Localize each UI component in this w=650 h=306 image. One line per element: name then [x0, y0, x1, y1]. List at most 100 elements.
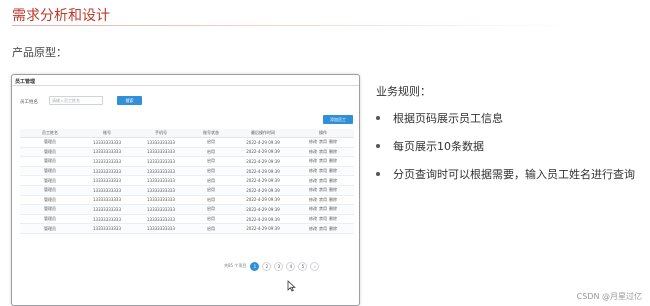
table-cell: 管理员	[20, 166, 80, 177]
slide-title: 需求分析和设计	[12, 8, 110, 24]
table-cell: 管理员	[20, 195, 80, 206]
table-cell: 管理员	[20, 156, 80, 167]
delete-link[interactable]: 删除	[329, 158, 337, 163]
disable-link[interactable]: 禁用	[319, 226, 327, 231]
table-cell: 2022-4-29 09:39	[234, 156, 292, 167]
table-cell: 13333333333	[80, 214, 134, 225]
edit-link[interactable]: 修改	[309, 158, 317, 163]
table-cell: 2022-4-29 09:39	[234, 204, 292, 215]
delete-link[interactable]: 删除	[329, 178, 337, 183]
disable-link[interactable]: 禁用	[319, 149, 327, 154]
delete-link[interactable]: 删除	[329, 206, 337, 211]
edit-link[interactable]: 修改	[309, 216, 317, 221]
delete-link[interactable]: 删除	[329, 139, 337, 144]
search-label: 员工姓名	[20, 100, 38, 105]
rule-item: 分页查询时可以根据需要，输入员工姓名进行查询	[376, 166, 635, 182]
table-row: 管理员 13333333333 13333333333 启用 2022-4-29 09:…	[20, 204, 354, 215]
edit-link[interactable]: 修改	[309, 149, 317, 154]
table-cell: 13333333333	[134, 204, 188, 215]
delete-link[interactable]: 删除	[329, 168, 337, 173]
row-actions: 修改 禁用 删除	[292, 147, 354, 158]
rules-title: 业务规则：	[376, 85, 431, 98]
table-row: 管理员 13333333333 13333333333 启用 2022-4-29 09:…	[20, 137, 354, 148]
table-cell: 启用	[188, 156, 234, 167]
delete-link[interactable]: 删除	[329, 187, 337, 192]
search-input[interactable]: 请输入员工姓名	[49, 96, 103, 105]
edit-link[interactable]: 修改	[309, 197, 317, 202]
edit-link[interactable]: 修改	[309, 139, 317, 144]
edit-link[interactable]: 修改	[309, 187, 317, 192]
row-actions: 修改 禁用 删除	[292, 204, 354, 215]
table-cell: 启用	[188, 204, 234, 215]
add-employee-button[interactable]: 添加员工	[323, 115, 353, 124]
table-cell: 13333333333	[80, 223, 134, 234]
bullet-icon	[376, 172, 380, 176]
table-cell: 管理员	[20, 204, 80, 215]
column-header: 账号状态	[188, 129, 234, 138]
table-cell: 启用	[188, 175, 234, 186]
table-cell: 2022-4-29 09:39	[234, 214, 292, 225]
delete-link[interactable]: 删除	[329, 226, 337, 231]
table-cell: 启用	[188, 214, 234, 225]
page-button-1[interactable]: 1	[250, 261, 260, 271]
row-actions: 修改 禁用 删除	[292, 175, 354, 186]
row-actions: 修改 禁用 删除	[292, 166, 354, 177]
column-header: 操作	[292, 129, 354, 138]
table-cell: 2022-4-29 09:39	[234, 195, 292, 206]
column-header: 最后操作时间	[234, 129, 292, 138]
table-cell: 启用	[188, 223, 234, 234]
table-row: 管理员 13333333333 13333333333 启用 2022-4-29 09:…	[20, 223, 354, 234]
disable-link[interactable]: 禁用	[319, 187, 327, 192]
watermark: CSDN @月星过亿	[576, 292, 642, 301]
slide-subtitle: 产品原型：	[12, 46, 67, 59]
row-actions: 修改 禁用 删除	[292, 214, 354, 225]
header-divider	[12, 85, 359, 86]
disable-link[interactable]: 禁用	[319, 139, 327, 144]
pagination-total: 共85 个项目	[224, 263, 247, 268]
table-cell: 2022-4-29 09:39	[234, 175, 292, 186]
table-row: 管理员 13333333333 13333333333 启用 2022-4-29 09:…	[20, 147, 354, 158]
column-header: 员工姓名	[20, 129, 80, 138]
search-button[interactable]: 搜索	[117, 96, 142, 105]
table-cell: 管理员	[20, 137, 80, 148]
page-button-2[interactable]: 2	[262, 261, 272, 271]
table-cell: 13333333333	[134, 156, 188, 167]
table-cell: 13333333333	[134, 214, 188, 225]
prototype-screenshot: 员工管理 员工姓名 请输入员工姓名 搜索 添加员工 员工姓名 账号 手机号 账号…	[11, 74, 360, 306]
page-button-3[interactable]: 3	[274, 261, 284, 271]
table-cell: 13333333333	[134, 137, 188, 148]
table-cell: 13333333333	[80, 195, 134, 206]
delete-link[interactable]: 删除	[329, 216, 337, 221]
disable-link[interactable]: 禁用	[319, 168, 327, 173]
mouse-cursor-icon	[287, 280, 296, 292]
table-cell: 13333333333	[80, 185, 134, 196]
edit-link[interactable]: 修改	[309, 226, 317, 231]
table-row: 管理员 13333333333 13333333333 启用 2022-4-29 09:…	[20, 166, 354, 177]
disable-link[interactable]: 禁用	[319, 197, 327, 202]
table-cell: 13333333333	[80, 137, 134, 148]
disable-link[interactable]: 禁用	[319, 206, 327, 211]
edit-link[interactable]: 修改	[309, 168, 317, 173]
edit-link[interactable]: 修改	[309, 206, 317, 211]
page-button-4[interactable]: 4	[286, 261, 296, 271]
disable-link[interactable]: 禁用	[319, 178, 327, 183]
table-cell: 2022-4-29 09:39	[234, 166, 292, 177]
next-page-button[interactable]: ›	[310, 261, 320, 271]
table-cell: 13333333333	[80, 175, 134, 186]
row-actions: 修改 禁用 删除	[292, 185, 354, 196]
title-underline	[12, 25, 572, 26]
bullet-icon	[376, 116, 380, 120]
table-cell: 13333333333	[134, 195, 188, 206]
delete-link[interactable]: 删除	[329, 149, 337, 154]
delete-link[interactable]: 删除	[329, 197, 337, 202]
edit-link[interactable]: 修改	[309, 178, 317, 183]
disable-link[interactable]: 禁用	[319, 158, 327, 163]
table-cell: 管理员	[20, 185, 80, 196]
page-button-5[interactable]: 5	[298, 261, 308, 271]
disable-link[interactable]: 禁用	[319, 216, 327, 221]
table-cell: 管理员	[20, 147, 80, 158]
column-header: 手机号	[134, 129, 188, 138]
table-cell: 2022-4-29 09:39	[234, 137, 292, 148]
table-cell: 13333333333	[80, 156, 134, 167]
employee-table: 员工姓名 账号 手机号 账号状态 最后操作时间 操作 管理员 1333333333…	[20, 129, 354, 234]
